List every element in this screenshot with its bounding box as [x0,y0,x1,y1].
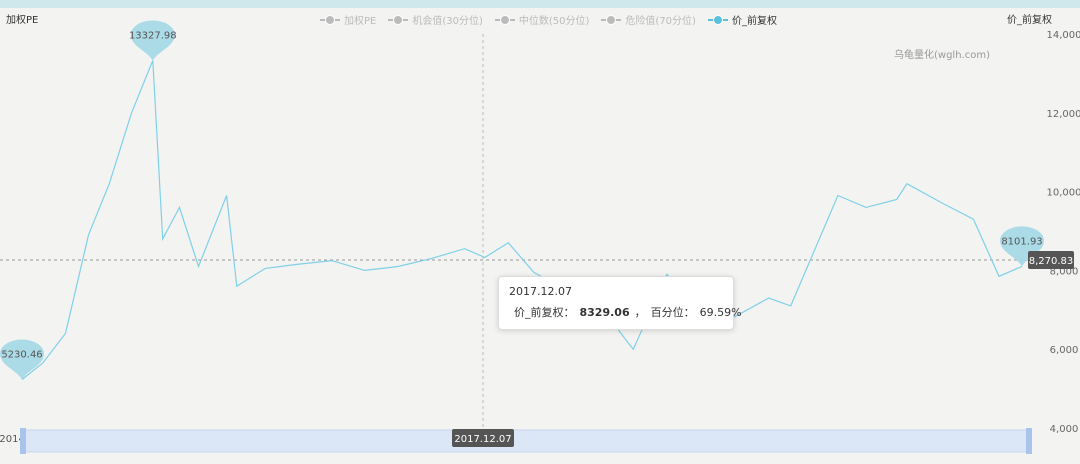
price-series-line [21,60,1023,380]
tooltip-series-label: 价_前复权： [514,306,575,319]
y-tick-label: 12,000 [1047,109,1080,120]
range-handle-right [1026,428,1032,454]
crosshair-date-label: 2017.12.07 [452,429,514,447]
crosshair-date-text: 2017.12.07 [454,434,511,445]
range-bar [23,429,1029,453]
y-tick-label: 6,000 [1050,345,1079,356]
range-handle-left [20,428,26,454]
tooltip-value: 8329.06 [579,305,630,319]
marker-pin-min: 5230.46 [0,339,44,380]
y-axis-ticks: 4,0006,0008,00010,00012,00014,000 [1047,30,1080,435]
datazoom-slider[interactable] [20,428,1032,454]
marker-label: 5230.46 [1,350,42,361]
y-tick-label: 4,000 [1050,424,1079,435]
y-tick-label: 14,000 [1047,30,1080,41]
tooltip-row: 价_前复权： 8329.06 ， 百分位： 69.59% [509,304,742,320]
tooltip-pct-value: 69.59% [699,305,742,319]
crosshair-value-text: 8,270.83 [1029,256,1074,267]
tooltip-date: 2017.12.07 [509,285,572,298]
marker-label: 8101.93 [1001,236,1042,247]
marker-label: 13327.98 [129,30,177,41]
y-tick-label: 10,000 [1047,188,1080,199]
tooltip: 2017.12.07 价_前复权： 8329.06 ， 百分位： 69.59% [498,276,742,330]
tooltip-separator: ， [634,306,646,319]
price-line-chart[interactable]: 4,0006,0008,00010,00012,00014,000 2014.0… [0,0,1080,464]
tooltip-pct-label: 百分位： [650,306,695,319]
marker-pin-max: 13327.98 [129,20,177,61]
crosshair-value-label: 8,270.83 [1028,251,1074,269]
